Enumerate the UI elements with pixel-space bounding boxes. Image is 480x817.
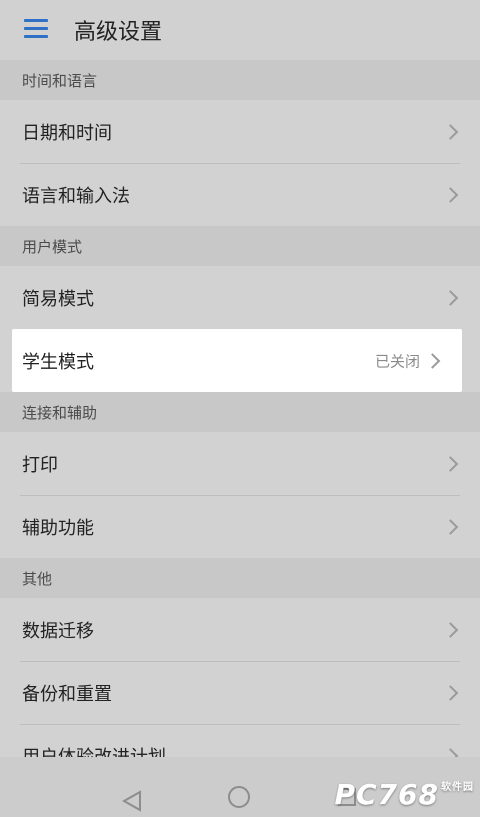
section-header-other: 其他 xyxy=(0,558,480,598)
section-header-time-language: 时间和语言 xyxy=(0,60,480,100)
chevron-right-icon xyxy=(442,289,459,306)
settings-item-language-input[interactable]: 语言和输入法 xyxy=(0,163,480,226)
chevron-right-icon xyxy=(442,518,459,535)
chevron-right-icon xyxy=(442,621,459,638)
home-circle-icon[interactable] xyxy=(228,786,250,808)
watermark-logo: PC768 软件园 xyxy=(334,778,474,811)
app-header: 高级设置 xyxy=(0,0,480,60)
chevron-right-icon xyxy=(442,747,459,757)
settings-item-backup-reset[interactable]: 备份和重置 xyxy=(0,661,480,724)
settings-item-user-experience[interactable]: 用户体验改进计划 xyxy=(0,724,480,757)
settings-item-label: 数据迁移 xyxy=(22,620,94,642)
settings-item-label: 学生模式 xyxy=(22,351,94,373)
hamburger-menu-icon[interactable] xyxy=(24,18,50,40)
chevron-right-icon xyxy=(442,186,459,203)
section-header-connection-assist: 连接和辅助 xyxy=(0,392,480,432)
settings-item-label: 备份和重置 xyxy=(22,683,112,705)
chevron-right-icon xyxy=(442,123,459,140)
status-value: 已关闭 xyxy=(374,352,420,370)
section-header-user-mode: 用户模式 xyxy=(0,226,480,266)
settings-item-accessibility[interactable]: 辅助功能 xyxy=(0,495,480,558)
chevron-right-icon xyxy=(424,352,441,369)
back-triangle-icon[interactable] xyxy=(122,790,142,812)
settings-item-label: 用户体验改进计划 xyxy=(22,746,166,758)
page-title: 高级设置 xyxy=(74,20,163,45)
settings-list: 时间和语言 日期和时间 语言和输入法 用户模式 简易模式 学生模式 已关闭 连接… xyxy=(0,60,480,757)
settings-item-label: 打印 xyxy=(22,454,58,476)
chevron-right-icon xyxy=(442,455,459,472)
chevron-right-icon xyxy=(442,684,459,701)
settings-item-student-mode[interactable]: 学生模式 已关闭 xyxy=(12,329,462,392)
settings-item-label: 简易模式 xyxy=(22,288,94,310)
settings-item-label: 日期和时间 xyxy=(22,122,112,144)
settings-item-simple-mode[interactable]: 简易模式 xyxy=(0,266,480,329)
settings-item-date-time[interactable]: 日期和时间 xyxy=(0,100,480,163)
settings-item-data-migration[interactable]: 数据迁移 xyxy=(0,598,480,661)
settings-item-label: 辅助功能 xyxy=(22,517,94,539)
settings-item-print[interactable]: 打印 xyxy=(0,432,480,495)
settings-item-label: 语言和输入法 xyxy=(22,185,130,207)
